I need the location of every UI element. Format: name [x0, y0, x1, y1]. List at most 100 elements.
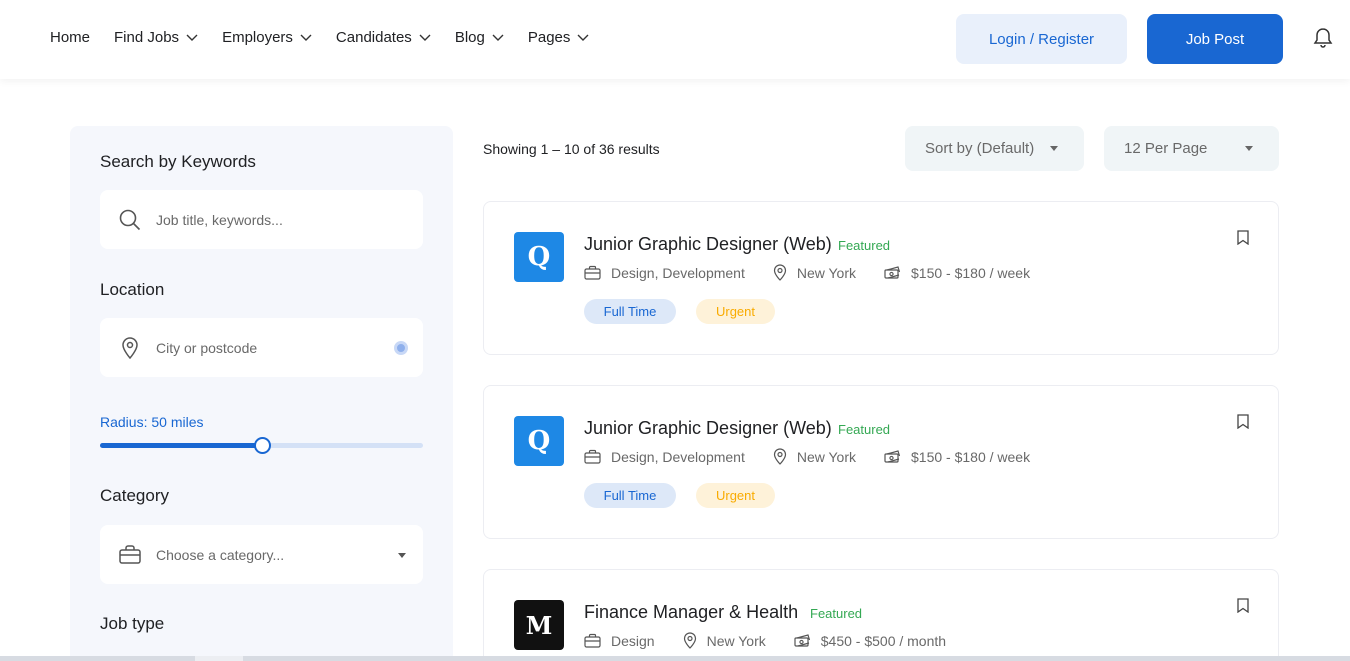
featured-badge: Featured — [810, 606, 863, 621]
bookmark-icon[interactable] — [1237, 230, 1249, 245]
job-salary: $150 - $180 / week — [884, 265, 1030, 281]
job-category: Design, Development — [584, 265, 745, 281]
nav-find-jobs-label: Find Jobs — [114, 29, 180, 46]
tag-urgent: Urgent — [696, 483, 775, 508]
map-pin-icon — [773, 264, 786, 281]
scrollbar-thumb[interactable] — [195, 656, 243, 661]
bookmark-icon[interactable] — [1237, 414, 1249, 429]
chevron-down-icon — [577, 34, 589, 41]
featured-badge: Featured — [838, 238, 891, 253]
site-header: Home Find Jobs Employers Candidates Blog… — [0, 0, 1350, 79]
tag-full-time: Full Time — [584, 299, 676, 324]
job-location: New York — [773, 264, 856, 281]
radius-slider[interactable] — [100, 437, 423, 454]
category-select[interactable]: Choose a category... — [100, 525, 423, 584]
job-salary: $150 - $180 / week — [884, 449, 1030, 465]
sort-select-label: Sort by (Default) — [925, 140, 1035, 157]
nav-employers-label: Employers — [222, 29, 293, 46]
horizontal-scrollbar[interactable] — [0, 656, 1350, 661]
tag-full-time: Full Time — [584, 483, 676, 508]
bookmark-icon[interactable] — [1237, 598, 1249, 613]
briefcase-icon — [584, 633, 601, 648]
keywords-input[interactable]: Job title, keywords... — [100, 190, 423, 249]
chevron-down-icon — [492, 34, 504, 41]
job-card[interactable]: Q Junior Graphic Designer (Web) Featured… — [483, 385, 1279, 539]
job-title[interactable]: Junior Graphic Designer (Web) — [584, 418, 832, 439]
job-location-text: New York — [796, 448, 857, 465]
nav-candidates[interactable]: Candidates — [336, 29, 431, 46]
map-pin-icon — [773, 448, 786, 465]
job-salary-text: $150 - $180 / week — [911, 448, 1031, 465]
job-location-text: New York — [706, 632, 766, 649]
caret-down-icon — [1050, 146, 1058, 151]
job-category-text: Design, Development — [611, 448, 745, 465]
featured-badge: Featured — [838, 422, 891, 437]
job-category: Design, Development — [584, 449, 745, 465]
nav-pages[interactable]: Pages — [528, 29, 590, 46]
map-pin-icon — [683, 632, 696, 649]
job-salary-text: $450 - $500 / month — [820, 632, 947, 649]
radius-slider-fill — [100, 443, 262, 448]
main-nav: Home Find Jobs Employers Candidates Blog… — [50, 29, 613, 46]
tag-urgent: Urgent — [696, 299, 775, 324]
job-meta: Design, Development New York $150 - $180… — [584, 448, 1058, 465]
job-title[interactable]: Finance Manager & Health — [584, 602, 798, 623]
keywords-placeholder: Job title, keywords... — [156, 211, 283, 228]
job-type-title: Job type — [100, 614, 165, 633]
job-category-text: Design, Development — [611, 264, 745, 281]
search-icon — [119, 209, 141, 231]
results-count: Showing 1 – 10 of 36 results — [483, 141, 660, 157]
per-page-select[interactable]: 12 Per Page — [1104, 126, 1279, 171]
job-location: New York — [773, 448, 856, 465]
sort-select[interactable]: Sort by (Default) — [905, 126, 1084, 171]
job-category-text: Design — [611, 632, 655, 649]
nav-find-jobs[interactable]: Find Jobs — [114, 29, 198, 46]
company-logo: M — [514, 600, 564, 650]
job-salary-text: $150 - $180 / week — [911, 264, 1031, 281]
caret-down-icon — [398, 553, 406, 558]
job-title[interactable]: Junior Graphic Designer (Web) — [584, 234, 832, 255]
nav-blog[interactable]: Blog — [455, 29, 504, 46]
chevron-down-icon — [419, 34, 431, 41]
login-register-button[interactable]: Login / Register — [956, 14, 1127, 64]
job-category: Design — [584, 633, 655, 649]
job-card[interactable]: M Finance Manager & Health Featured Desi… — [483, 569, 1279, 661]
money-icon — [794, 633, 810, 647]
category-placeholder: Choose a category... — [156, 546, 285, 563]
per-page-select-label: 12 Per Page — [1124, 140, 1208, 157]
map-pin-icon — [122, 337, 138, 360]
filter-sidebar: Search by Keywords Job title, keywords..… — [70, 126, 453, 661]
job-meta: Design New York $450 - $500 / month — [584, 632, 974, 649]
job-card[interactable]: Q Junior Graphic Designer (Web) Featured… — [483, 201, 1279, 355]
job-salary: $450 - $500 / month — [794, 633, 946, 649]
locate-me-icon[interactable] — [394, 340, 408, 355]
location-placeholder: City or postcode — [156, 339, 258, 356]
briefcase-icon — [119, 545, 141, 564]
company-logo: Q — [514, 232, 564, 282]
chevron-down-icon — [186, 34, 198, 41]
caret-down-icon — [1245, 146, 1253, 151]
radius-label: Radius: 50 miles — [100, 414, 204, 430]
nav-employers[interactable]: Employers — [222, 29, 312, 46]
nav-pages-label: Pages — [527, 29, 571, 46]
money-icon — [884, 265, 901, 279]
radius-slider-handle[interactable] — [253, 437, 271, 454]
briefcase-icon — [584, 265, 601, 280]
job-post-button[interactable]: Job Post — [1147, 14, 1283, 64]
keywords-title: Search by Keywords — [100, 152, 256, 171]
nav-blog-label: Blog — [454, 29, 485, 46]
location-title: Location — [100, 280, 165, 299]
job-location: New York — [683, 632, 766, 649]
money-icon — [884, 449, 901, 463]
nav-candidates-label: Candidates — [335, 29, 412, 46]
bell-icon[interactable] — [1313, 27, 1333, 49]
nav-home[interactable]: Home — [50, 29, 90, 46]
briefcase-icon — [584, 449, 601, 464]
nav-home-label: Home — [50, 29, 91, 46]
category-title: Category — [100, 486, 169, 505]
location-input[interactable]: City or postcode — [100, 318, 423, 377]
job-location-text: New York — [796, 264, 857, 281]
job-meta: Design, Development New York $150 - $180… — [584, 264, 1058, 281]
company-logo: Q — [514, 416, 564, 466]
chevron-down-icon — [300, 34, 312, 41]
